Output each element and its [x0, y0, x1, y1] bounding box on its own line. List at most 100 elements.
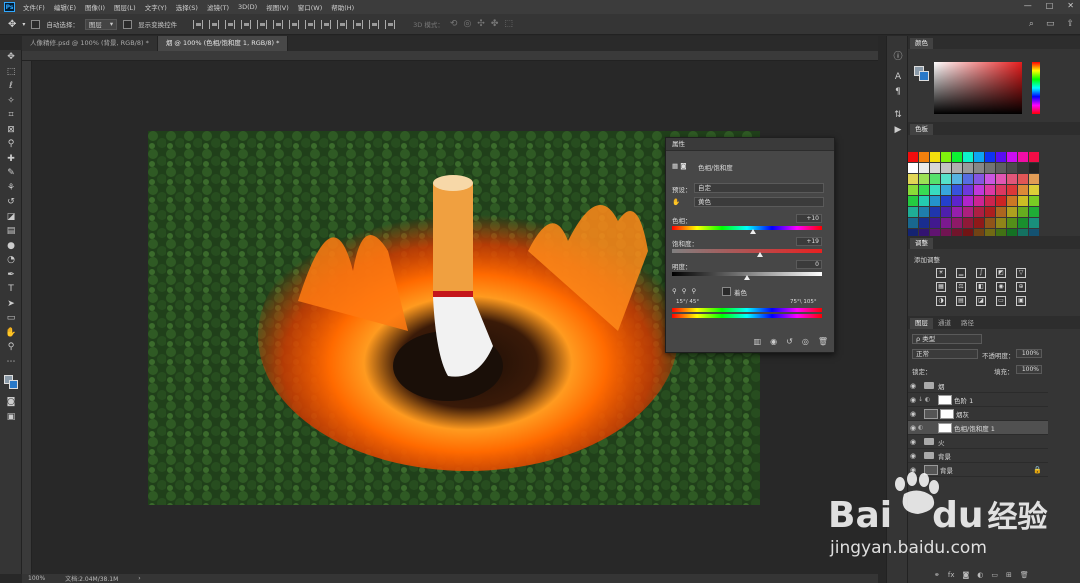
eye-icon[interactable]: ◉ — [908, 396, 918, 404]
swatch-chip[interactable] — [996, 163, 1006, 173]
exposure-icon[interactable]: ◩ — [996, 268, 1006, 278]
workspace-icon[interactable]: ▭ — [1046, 19, 1055, 29]
swatch-chip[interactable] — [908, 152, 918, 162]
auto-align-icon[interactable] — [385, 19, 396, 29]
clone-stamp-tool-icon[interactable]: ⚘ — [0, 181, 22, 196]
path-selection-tool-icon[interactable]: ➤ — [0, 297, 22, 312]
new-group-icon[interactable]: ▭ — [991, 571, 998, 579]
swatch-chip[interactable] — [1029, 174, 1039, 184]
swatch-chip[interactable] — [963, 218, 973, 228]
type-tool-icon[interactable]: T — [0, 282, 22, 297]
menu-view[interactable]: 视图(V) — [266, 2, 289, 12]
tab-swatches[interactable]: 色板 — [910, 124, 933, 135]
photo-filter-icon[interactable]: ◉ — [996, 282, 1006, 292]
info-panel-icon[interactable]: ⓘ — [887, 48, 909, 63]
color-picker-field[interactable] — [934, 62, 1022, 114]
swatch-chip[interactable] — [941, 174, 951, 184]
levels-icon[interactable]: ▁ — [956, 268, 966, 278]
move-tool-icon[interactable]: ✥ — [0, 50, 22, 65]
blend-mode-dropdown[interactable]: 正常 — [912, 349, 978, 359]
color-bg-chip[interactable] — [919, 71, 929, 81]
blur-tool-icon[interactable]: ● — [0, 239, 22, 254]
swatch-chip[interactable] — [952, 218, 962, 228]
swatch-chip[interactable] — [1018, 196, 1028, 206]
layer-row[interactable]: ◉ 火 — [908, 435, 1048, 449]
swatch-chip[interactable] — [974, 185, 984, 195]
hand-adjust-icon[interactable]: ✋ — [672, 198, 680, 206]
background-color-swatch[interactable] — [9, 380, 18, 389]
swatch-chip[interactable] — [952, 152, 962, 162]
maximize-icon[interactable]: □ — [1046, 1, 1054, 10]
move-tool-icon[interactable]: ✥ — [8, 19, 16, 30]
swatches-grid[interactable] — [908, 152, 1048, 239]
tab-document-2[interactable]: 烟 @ 100% (色相/饱和度 1, RGB/8) * — [157, 36, 289, 51]
swatch-chip[interactable] — [974, 196, 984, 206]
eyedropper-tool-icon[interactable]: ⚲ — [0, 137, 22, 152]
rectangle-tool-icon[interactable]: ▭ — [0, 311, 22, 326]
swatch-chip[interactable] — [974, 152, 984, 162]
zoom-tool-icon[interactable]: ⚲ — [0, 340, 22, 355]
distribute-vcenter-icon[interactable] — [305, 19, 316, 29]
tab-layers[interactable]: 图层 — [910, 318, 933, 329]
swatch-chip[interactable] — [908, 218, 918, 228]
swatch-chip[interactable] — [919, 196, 929, 206]
swatch-chip[interactable] — [930, 174, 940, 184]
hue-slider[interactable] — [672, 226, 822, 230]
swatch-chip[interactable] — [996, 152, 1006, 162]
swatch-chip[interactable] — [908, 196, 918, 206]
eye-icon[interactable]: ◉ — [908, 382, 918, 390]
play-panel-icon[interactable]: ▶ — [887, 122, 909, 137]
tab-channels[interactable]: 通道 — [933, 318, 956, 329]
swatch-chip[interactable] — [974, 207, 984, 217]
swatch-chip[interactable] — [1029, 185, 1039, 195]
swatch-chip[interactable] — [963, 174, 973, 184]
swatch-chip[interactable] — [985, 163, 995, 173]
swatch-chip[interactable] — [952, 196, 962, 206]
preset-dropdown[interactable]: 自定 — [694, 183, 824, 193]
swatch-chip[interactable] — [996, 218, 1006, 228]
swatch-chip[interactable] — [930, 185, 940, 195]
swatch-chip[interactable] — [1018, 174, 1028, 184]
swatch-chip[interactable] — [919, 218, 929, 228]
swatch-chip[interactable] — [1029, 152, 1039, 162]
swatch-chip[interactable] — [1018, 207, 1028, 217]
eraser-tool-icon[interactable]: ◪ — [0, 210, 22, 225]
3d-roll-icon[interactable]: ◎ — [463, 19, 471, 29]
align-vcenter-icon[interactable] — [209, 19, 220, 29]
screen-mode-icon[interactable]: ▣ — [0, 410, 22, 425]
saturation-slider-knob[interactable] — [757, 252, 763, 257]
swatch-chip[interactable] — [963, 196, 973, 206]
layer-row[interactable]: ◉ ↓ ◐ 色阶 1 — [908, 393, 1048, 407]
swatch-chip[interactable] — [1018, 163, 1028, 173]
swatch-chip[interactable] — [1007, 152, 1017, 162]
posterize-icon[interactable]: ▤ — [956, 296, 966, 306]
menu-layer[interactable]: 图层(L) — [114, 2, 136, 12]
lightness-value[interactable]: 0 — [796, 260, 822, 269]
auto-select-checkbox[interactable] — [31, 19, 41, 29]
swatch-chip[interactable] — [963, 185, 973, 195]
menu-help[interactable]: 帮助(H) — [331, 2, 354, 12]
swatch-chip[interactable] — [919, 207, 929, 217]
channel-dropdown[interactable]: 黄色 — [694, 197, 824, 207]
eyedropper-icons[interactable]: ⚲⚲⚲ — [672, 287, 701, 295]
menu-image[interactable]: 图像(I) — [85, 2, 105, 12]
swatch-chip[interactable] — [930, 207, 940, 217]
swatch-chip[interactable] — [1029, 163, 1039, 173]
align-hcenter-icon[interactable] — [257, 19, 268, 29]
menu-filter[interactable]: 滤镜(T) — [207, 2, 229, 12]
swatch-chip[interactable] — [1007, 163, 1017, 173]
layer-row[interactable]: ◉ 烟 — [908, 379, 1048, 393]
align-left-icon[interactable] — [241, 19, 252, 29]
invert-icon[interactable]: ◑ — [936, 296, 946, 306]
zoom-level[interactable]: 100% — [28, 575, 45, 582]
eye-icon[interactable]: ◉ — [908, 410, 918, 418]
swatch-chip[interactable] — [1007, 196, 1017, 206]
fx-icon[interactable]: fx — [948, 571, 955, 579]
distribute-hcenter-icon[interactable] — [353, 19, 364, 29]
add-mask-icon[interactable]: ◙ — [962, 571, 969, 579]
trash-icon[interactable]: 🗑 — [818, 337, 828, 346]
tab-adjustments[interactable]: 调整 — [910, 238, 933, 249]
swatch-chip[interactable] — [974, 163, 984, 173]
swatch-chip[interactable] — [941, 185, 951, 195]
eye-icon[interactable]: ◉ — [908, 438, 918, 446]
